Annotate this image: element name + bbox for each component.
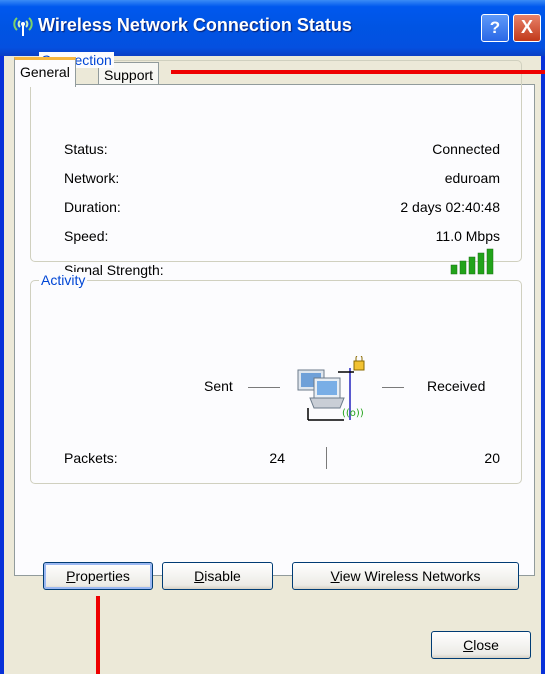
wireless-network-icon <box>13 17 33 36</box>
window-title: Wireless Network Connection Status <box>38 15 352 35</box>
disable-label: isable <box>204 568 241 584</box>
close-icon: X <box>520 17 533 37</box>
received-label: Received <box>427 378 486 394</box>
svg-text:((o)): ((o)) <box>342 408 364 419</box>
sent-label: Sent <box>204 378 233 394</box>
packets-divider <box>326 447 327 469</box>
help-icon: ? <box>489 18 501 37</box>
disable-mnemonic: D <box>194 568 205 584</box>
signal-strength-icon <box>450 248 494 275</box>
status-label: Status: <box>64 141 108 157</box>
close-button[interactable]: Close <box>431 631 531 659</box>
speed-label: Speed: <box>64 228 109 244</box>
network-label: Network: <box>64 170 120 186</box>
duration-value: 2 days 02:40:48 <box>400 199 500 215</box>
sent-line <box>248 387 280 388</box>
speed-value: 11.0 Mbps <box>435 228 500 244</box>
view-wireless-networks-button[interactable]: View Wireless Networks <box>292 562 519 590</box>
disable-button[interactable]: Disable <box>162 562 273 590</box>
properties-button[interactable]: Properties <box>43 562 153 590</box>
received-packets-value: 20 <box>484 450 500 466</box>
status-window: Wireless Network Connection Status ? X G… <box>0 0 545 674</box>
view-networks-mnemonic: V <box>330 568 340 584</box>
status-value: Connected <box>432 141 500 157</box>
annotation-line-support <box>171 70 545 74</box>
packets-label: Packets: <box>64 450 118 466</box>
received-line <box>382 387 404 388</box>
title-bar[interactable]: Wireless Network Connection Status ? X <box>0 0 545 56</box>
sent-packets-value: 24 <box>269 450 285 466</box>
close-label: lose <box>473 637 499 653</box>
close-mnemonic: C <box>463 637 474 653</box>
network-value: eduroam <box>444 170 500 186</box>
properties-label: roperties <box>75 568 130 584</box>
network-computers-icon: ((o)) <box>297 356 365 421</box>
close-window-button[interactable]: X <box>513 14 541 42</box>
help-button[interactable]: ? <box>481 14 509 42</box>
tab-general[interactable]: General <box>14 57 76 87</box>
activity-legend: Activity <box>39 272 88 288</box>
annotation-line-properties <box>96 596 100 674</box>
view-networks-label: iew Wireless Networks <box>339 568 481 584</box>
duration-label: Duration: <box>64 199 121 215</box>
